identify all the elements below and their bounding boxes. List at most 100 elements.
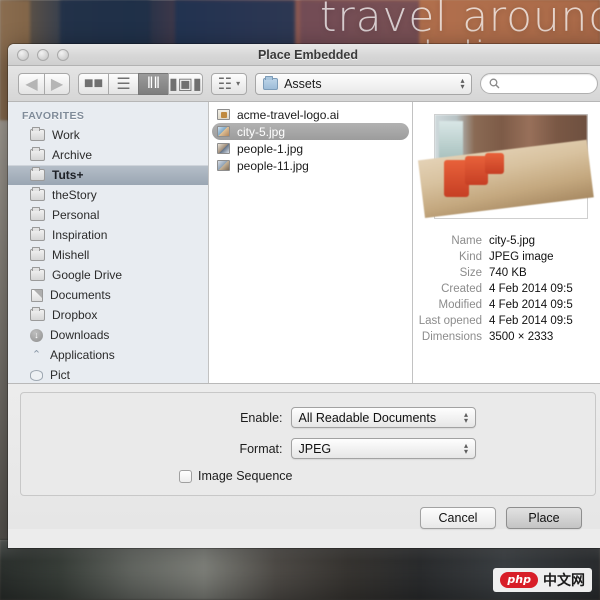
stepper-down-icon: ▾: [460, 84, 464, 90]
view-as-columns-button[interactable]: ‖‖: [138, 73, 168, 95]
view-as-icons-button[interactable]: ■■: [78, 73, 108, 95]
arrange-by-button[interactable]: ☷ ▾: [211, 73, 247, 95]
file-info-label: Name: [413, 233, 489, 249]
sidebar-item-tuts[interactable]: Tuts+: [8, 165, 208, 185]
image-sequence-checkbox[interactable]: [179, 470, 192, 483]
file-info-value: city-5.jpg: [489, 233, 535, 249]
file-info-row: Size740 KB: [413, 265, 600, 281]
sidebar-item-applications[interactable]: ⌃Applications: [8, 345, 208, 365]
enable-stepper-icon: ▴ ▾: [462, 412, 471, 424]
file-name-label: city-5.jpg: [237, 125, 285, 139]
chevron-down-icon: ▾: [236, 79, 240, 88]
folder-icon: [30, 209, 45, 221]
view-as-list-button[interactable]: ☰: [108, 73, 138, 95]
sidebar-item-inspiration[interactable]: Inspiration: [8, 225, 208, 245]
sidebar-item-google-drive[interactable]: Google Drive: [8, 265, 208, 285]
file-list-item[interactable]: city-5.jpg: [212, 123, 409, 140]
window-controls: [17, 49, 69, 61]
watermark: php 中文网: [493, 568, 592, 592]
file-info-row: Dimensions3500 × 2333: [413, 329, 600, 345]
sidebar-item-label: Work: [52, 128, 80, 142]
enable-label: Enable:: [141, 411, 291, 425]
search-field[interactable]: [480, 73, 598, 94]
enable-select[interactable]: All Readable Documents ▴ ▾: [291, 407, 476, 428]
column-resizer[interactable]: [410, 102, 413, 383]
file-info-row: Last opened4 Feb 2014 09:5: [413, 313, 600, 329]
file-info-value: 4 Feb 2014 09:5: [489, 313, 573, 329]
sidebar-item-label: Dropbox: [52, 308, 97, 322]
search-icon: [489, 78, 500, 89]
sidebar-item-mishell[interactable]: Mishell: [8, 245, 208, 265]
sidebar-item-thestory[interactable]: theStory: [8, 185, 208, 205]
back-button[interactable]: ◀: [18, 73, 44, 95]
sidebar-item-label: Pict: [50, 368, 70, 382]
file-list-item[interactable]: people-11.jpg: [212, 157, 409, 174]
dialog-title: Place Embedded: [8, 44, 600, 66]
sidebar: FAVORITES Work Archive Tuts+theStory Person…: [8, 102, 209, 383]
illustrator-file-icon: [217, 109, 230, 120]
documents-icon: [31, 289, 43, 302]
file-info-value: 740 KB: [489, 265, 527, 281]
folder-icon: [263, 78, 278, 90]
file-info-value: JPEG image: [489, 249, 554, 265]
view-as-coverflow-button[interactable]: ▮▣▮: [168, 73, 203, 95]
sidebar-item-label: Archive: [52, 148, 92, 162]
minimize-button[interactable]: [37, 49, 49, 61]
image-sequence-row[interactable]: Image Sequence: [179, 469, 595, 483]
dialog-toolbar: ◀ ▶ ■■ ☰ ‖‖ ▮▣▮ ☷ ▾ Assets ▴ ▾: [8, 66, 600, 102]
enable-select-value: All Readable Documents: [299, 411, 462, 425]
applications-icon: ⌃: [30, 349, 43, 362]
sidebar-item-label: Mishell: [52, 248, 89, 262]
format-select-value: JPEG: [299, 442, 462, 456]
dialog-footer: Cancel Place: [20, 496, 596, 529]
place-embedded-dialog: Place Embedded ◀ ▶ ■■ ☰ ‖‖ ▮▣▮ ☷ ▾ Asset…: [8, 44, 600, 548]
sidebar-item-label: Google Drive: [52, 268, 122, 282]
dialog-titlebar[interactable]: Place Embedded: [8, 44, 600, 66]
sidebar-item-archive[interactable]: Archive: [8, 145, 208, 165]
sidebar-item-personal[interactable]: Personal: [8, 205, 208, 225]
file-info-row: KindJPEG image: [413, 249, 600, 265]
sidebar-item-label: Inspiration: [52, 228, 107, 242]
sidebar-item-dropbox[interactable]: Dropbox: [8, 305, 208, 325]
file-info-label: Created: [413, 281, 489, 297]
image-file-icon: [217, 126, 230, 137]
downloads-icon: ↓: [30, 329, 43, 342]
file-info-label: Dimensions: [413, 329, 489, 345]
format-label: Format:: [141, 442, 291, 456]
folder-icon: [30, 309, 45, 321]
close-button[interactable]: [17, 49, 29, 61]
enable-row: Enable: All Readable Documents ▴ ▾: [21, 407, 595, 428]
sidebar-item-pict[interactable]: Pict: [8, 365, 208, 383]
watermark-text: 中文网: [543, 570, 585, 590]
options-panel: Enable: All Readable Documents ▴ ▾ Forma…: [8, 384, 600, 529]
thumbnail-chair: [485, 153, 505, 174]
forward-button[interactable]: ▶: [44, 73, 70, 95]
zoom-button[interactable]: [57, 49, 69, 61]
place-button[interactable]: Place: [506, 507, 582, 529]
image-file-icon: [217, 143, 230, 154]
file-list-item[interactable]: acme-travel-logo.ai: [212, 106, 409, 123]
sidebar-item-downloads[interactable]: ↓Downloads: [8, 325, 208, 345]
folder-icon: [30, 249, 45, 261]
file-info-row: Modified4 Feb 2014 09:5: [413, 297, 600, 313]
navigation-buttons: ◀ ▶: [18, 73, 70, 95]
preview-thumbnail: [434, 114, 588, 219]
sidebar-section-favorites: FAVORITES: [8, 108, 208, 125]
sidebar-item-work[interactable]: Work: [8, 125, 208, 145]
image-sequence-label: Image Sequence: [198, 469, 293, 483]
path-popup-button[interactable]: Assets ▴ ▾: [255, 73, 472, 95]
sidebar-item-label: Personal: [52, 208, 99, 222]
format-select[interactable]: JPEG ▴ ▾: [291, 438, 476, 459]
folder-icon: [30, 129, 45, 141]
sidebar-item-documents[interactable]: Documents: [8, 285, 208, 305]
file-name-label: people-1.jpg: [237, 142, 303, 156]
file-info-label: Modified: [413, 297, 489, 313]
arrange-icon: ☷: [218, 74, 232, 94]
file-info-label: Kind: [413, 249, 489, 265]
preview-column: Namecity-5.jpgKindJPEG imageSize740 KBCr…: [413, 102, 600, 383]
cancel-button[interactable]: Cancel: [420, 507, 496, 529]
file-info-list: Namecity-5.jpgKindJPEG imageSize740 KBCr…: [413, 233, 600, 345]
file-list-item[interactable]: people-1.jpg: [212, 140, 409, 157]
thumbnail-window: [439, 121, 463, 158]
file-info-value: 4 Feb 2014 09:5: [489, 297, 573, 313]
